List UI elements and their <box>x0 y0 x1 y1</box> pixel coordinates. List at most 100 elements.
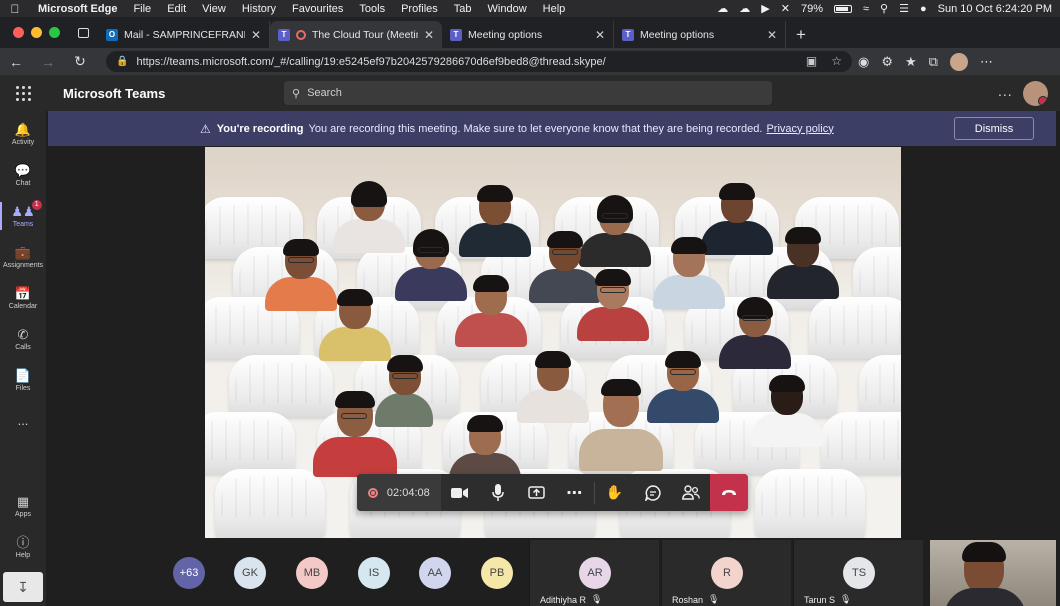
tab-mail[interactable]: O Mail - SAMPRINCEFRANKLIN ✕ <box>98 21 270 48</box>
menu-help[interactable]: Help <box>535 3 574 15</box>
participant-video[interactable] <box>313 289 397 361</box>
show-conversation-button[interactable] <box>633 474 671 511</box>
participant-tile-tarun[interactable]: TS Tarun S 🎙 <box>793 540 923 606</box>
seat <box>809 297 901 359</box>
wifi-icon[interactable]: ≈ <box>863 3 869 15</box>
participant-video[interactable] <box>713 297 797 369</box>
menu-app-name[interactable]: Microsoft Edge <box>30 3 125 15</box>
microphone-toggle-button[interactable] <box>479 474 517 511</box>
bluetooth-icon[interactable]: ✕ <box>781 2 790 15</box>
share-content-button[interactable] <box>517 474 555 511</box>
menubar-datetime[interactable]: Sun 10 Oct 6:24:20 PM <box>938 3 1052 15</box>
self-video-preview[interactable] <box>930 540 1056 606</box>
participant-avatar-gk[interactable]: GK <box>234 557 266 589</box>
app-title: Microsoft Teams <box>63 85 166 101</box>
apple-icon[interactable]:  <box>0 2 30 16</box>
raise-hand-button[interactable]: ✋ <box>595 474 633 511</box>
menu-window[interactable]: Window <box>480 3 535 15</box>
rail-files[interactable]: 📄 Files <box>0 361 46 399</box>
lock-icon[interactable]: 🔒 <box>116 56 128 67</box>
menu-edit[interactable]: Edit <box>159 3 194 15</box>
overflow-participants-button[interactable]: +63 <box>173 557 205 589</box>
show-participants-button[interactable] <box>672 474 710 511</box>
favourites-icon[interactable]: ★ <box>905 54 917 70</box>
participant-video[interactable] <box>761 227 845 299</box>
privacy-policy-link[interactable]: Privacy policy <box>766 123 833 135</box>
rail-help[interactable]: ⓘ Help <box>0 528 46 566</box>
battery-icon[interactable] <box>834 4 852 13</box>
settings-more-icon[interactable]: ⋯ <box>980 54 993 70</box>
search-box[interactable]: ⚲ Search <box>284 81 772 105</box>
rail-teams[interactable]: ♟♟ 1 Teams <box>0 197 46 235</box>
menu-tab[interactable]: Tab <box>446 3 480 15</box>
participant-avatar-mb[interactable]: MB <box>296 557 328 589</box>
participant-tile-adithiyha[interactable]: AR Adithiyha R 🎙 <box>529 540 659 606</box>
search-placeholder: Search <box>307 87 342 99</box>
close-window-button[interactable] <box>13 27 24 38</box>
menu-history[interactable]: History <box>234 3 284 15</box>
participant-tile-roshan[interactable]: R Roshan 🎙 <box>661 540 791 606</box>
participant-avatar-aa[interactable]: AA <box>419 557 451 589</box>
zoom-window-button[interactable] <box>49 27 60 38</box>
user-avatar[interactable] <box>1023 81 1048 106</box>
help-icon: ⓘ <box>16 534 30 550</box>
hang-up-button[interactable] <box>710 474 749 511</box>
profile-avatar[interactable] <box>949 52 968 71</box>
rail-apps[interactable]: ▦ Apps <box>0 487 46 525</box>
minimize-window-button[interactable] <box>31 27 42 38</box>
play-circle-icon[interactable]: ▶ <box>761 2 769 15</box>
dismiss-button[interactable]: Dismiss <box>954 117 1034 140</box>
close-tab-icon[interactable]: ✕ <box>251 28 261 42</box>
siri-icon[interactable]: ● <box>920 3 927 15</box>
participant-avatar-pb[interactable]: PB <box>481 557 513 589</box>
address-bar[interactable]: 🔒 https://teams.microsoft.com/_#/calling… <box>106 51 852 72</box>
cloud-upload-icon[interactable]: ☁ <box>717 2 728 15</box>
menu-file[interactable]: File <box>125 3 159 15</box>
menu-profiles[interactable]: Profiles <box>393 3 446 15</box>
bell-icon: 🔔 <box>14 121 32 137</box>
share-screen-icon <box>528 485 545 499</box>
tab-meeting-options-1[interactable]: T Meeting options ✕ <box>442 21 614 48</box>
rail-calendar[interactable]: 📅 Calendar <box>0 279 46 317</box>
reload-button[interactable]: ↻ <box>64 53 96 70</box>
tab-meeting-options-2[interactable]: T Meeting options ✕ <box>614 21 786 48</box>
download-icon[interactable]: ↧ <box>3 572 43 602</box>
extensions-puzzle-icon[interactable]: ⚙ <box>881 54 893 70</box>
app-launcher-icon[interactable] <box>0 85 46 101</box>
participant-video[interactable] <box>449 275 533 347</box>
rail-activity[interactable]: 🔔 Activity <box>0 115 46 153</box>
teams-header: Microsoft Teams ⚲ Search ... <box>0 75 1060 111</box>
tab-cloud-tour-meeting[interactable]: T The Cloud Tour (Meeting) ✕ <box>270 21 442 48</box>
menu-tools[interactable]: Tools <box>351 3 393 15</box>
rail-more[interactable]: ... <box>0 401 46 439</box>
collections-icon[interactable]: ⧉ <box>929 54 938 70</box>
forward-button[interactable]: → <box>32 54 64 70</box>
control-center-icon[interactable]: ☰ <box>899 2 909 15</box>
menu-favourites[interactable]: Favourites <box>284 3 351 15</box>
new-tab-button[interactable]: + <box>786 21 816 48</box>
close-tab-icon[interactable]: ✕ <box>424 28 434 42</box>
cloud-icon[interactable]: ☁ <box>739 2 750 15</box>
extension-icon[interactable]: ◉ <box>858 54 869 70</box>
rail-chat[interactable]: 💬 Chat <box>0 156 46 194</box>
spotlight-search-icon[interactable]: ⚲ <box>880 2 888 15</box>
add-favourite-icon[interactable]: ☆ <box>831 54 842 68</box>
close-tab-icon[interactable]: ✕ <box>767 28 777 42</box>
participant-video[interactable] <box>573 379 669 471</box>
more-options-icon[interactable]: ... <box>998 83 1013 99</box>
more-actions-button[interactable]: ⋯ <box>556 474 594 511</box>
tab-actions-icon[interactable] <box>68 17 98 48</box>
camera-toggle-button[interactable] <box>441 474 479 511</box>
rail-calls[interactable]: ✆ Calls <box>0 320 46 358</box>
camera-in-use-icon[interactable]: ▣ <box>806 54 817 68</box>
participant-video[interactable] <box>745 375 829 447</box>
participant-video[interactable] <box>307 391 403 477</box>
search-icon: ⚲ <box>292 87 301 100</box>
participant-avatar-is[interactable]: IS <box>358 557 390 589</box>
back-button[interactable]: ← <box>0 54 32 70</box>
participant-avatar-ar: AR <box>579 557 611 589</box>
participant-video[interactable] <box>571 269 655 341</box>
menu-view[interactable]: View <box>194 3 234 15</box>
rail-assignments[interactable]: 💼 Assignments <box>0 238 46 276</box>
close-tab-icon[interactable]: ✕ <box>595 28 605 42</box>
